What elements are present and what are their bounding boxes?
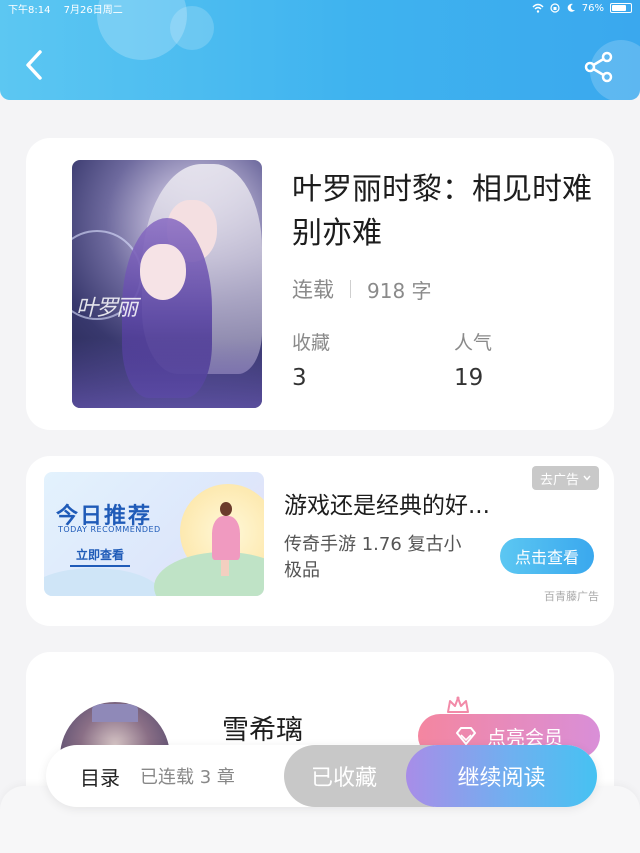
ad-banner-image[interactable]: 今日推荐 TODAY RECOMMENDED 立即查看 [44, 472, 264, 596]
moon-icon [567, 3, 575, 12]
girl-illustration [210, 502, 240, 576]
continue-reading-button[interactable]: 继续阅读 [406, 745, 597, 807]
book-info-card: 叶罗丽 叶罗丽时黎：相见时难别亦难 连载 918 字 收藏 3 人气 19 [26, 138, 614, 430]
wifi-icon [532, 3, 544, 13]
chapter-progress: 已连载 3 章 [140, 767, 235, 788]
ad-card[interactable]: 今日推荐 TODAY RECOMMENDED 立即查看 游戏还是经典的好... … [26, 456, 614, 626]
battery-icon [610, 3, 632, 13]
toc-label: 目录 [80, 765, 120, 790]
status-time: 下午8:14 [8, 4, 51, 16]
author-name[interactable]: 雪希璃 [222, 708, 303, 747]
favorites-label: 收藏 [292, 332, 331, 354]
book-meta: 连载 918 字 [292, 274, 432, 304]
status-date: 7月26日周二 [63, 4, 123, 16]
chevron-left-icon [26, 50, 42, 80]
diamond-icon [455, 727, 476, 745]
popularity-label: 人气 [454, 332, 493, 354]
remove-ad-label: 去广告 [540, 472, 580, 488]
ad-description: 传奇手游 1.76 复古小极品 [284, 534, 462, 581]
cover-lettering: 叶罗丽 [76, 296, 138, 321]
book-title: 叶罗丽时黎：相见时难别亦难 [292, 172, 592, 251]
top-header: 下午8:14 7月26日周二 76% [0, 0, 640, 100]
serial-status: 连载 [292, 278, 334, 302]
battery-percent: 76% [581, 2, 604, 14]
banner-button: 立即查看 [70, 546, 131, 567]
ad-title: 游戏还是经典的好... [284, 493, 490, 519]
word-count: 918 字 [367, 278, 432, 303]
status-bar: 下午8:14 7月26日周二 76% [0, 0, 640, 16]
lock-rotation-icon [550, 3, 560, 13]
share-button[interactable] [582, 50, 616, 84]
favorites-stat: 收藏 3 [292, 330, 330, 392]
popularity-stat: 人气 19 [454, 330, 492, 392]
remove-ad-button[interactable]: 去广告 [532, 466, 600, 490]
book-cover[interactable]: 叶罗丽 [72, 160, 262, 408]
view-ad-button[interactable]: 点击查看 [500, 538, 594, 574]
chevron-down-icon [583, 475, 591, 481]
share-icon [584, 51, 613, 83]
ad-source: 百青藤广告 [544, 590, 599, 603]
banner-subtitle: TODAY RECOMMENDED [58, 525, 161, 534]
toc-button[interactable]: 目录 已连载 3 章 [80, 745, 235, 807]
favorites-value: 3 [292, 365, 307, 391]
bottom-action-bar: 目录 已连载 3 章 已收藏 继续阅读 [46, 745, 597, 807]
back-button[interactable] [22, 48, 50, 82]
crown-icon [447, 696, 469, 713]
meta-divider [350, 280, 351, 298]
popularity-value: 19 [454, 365, 484, 391]
